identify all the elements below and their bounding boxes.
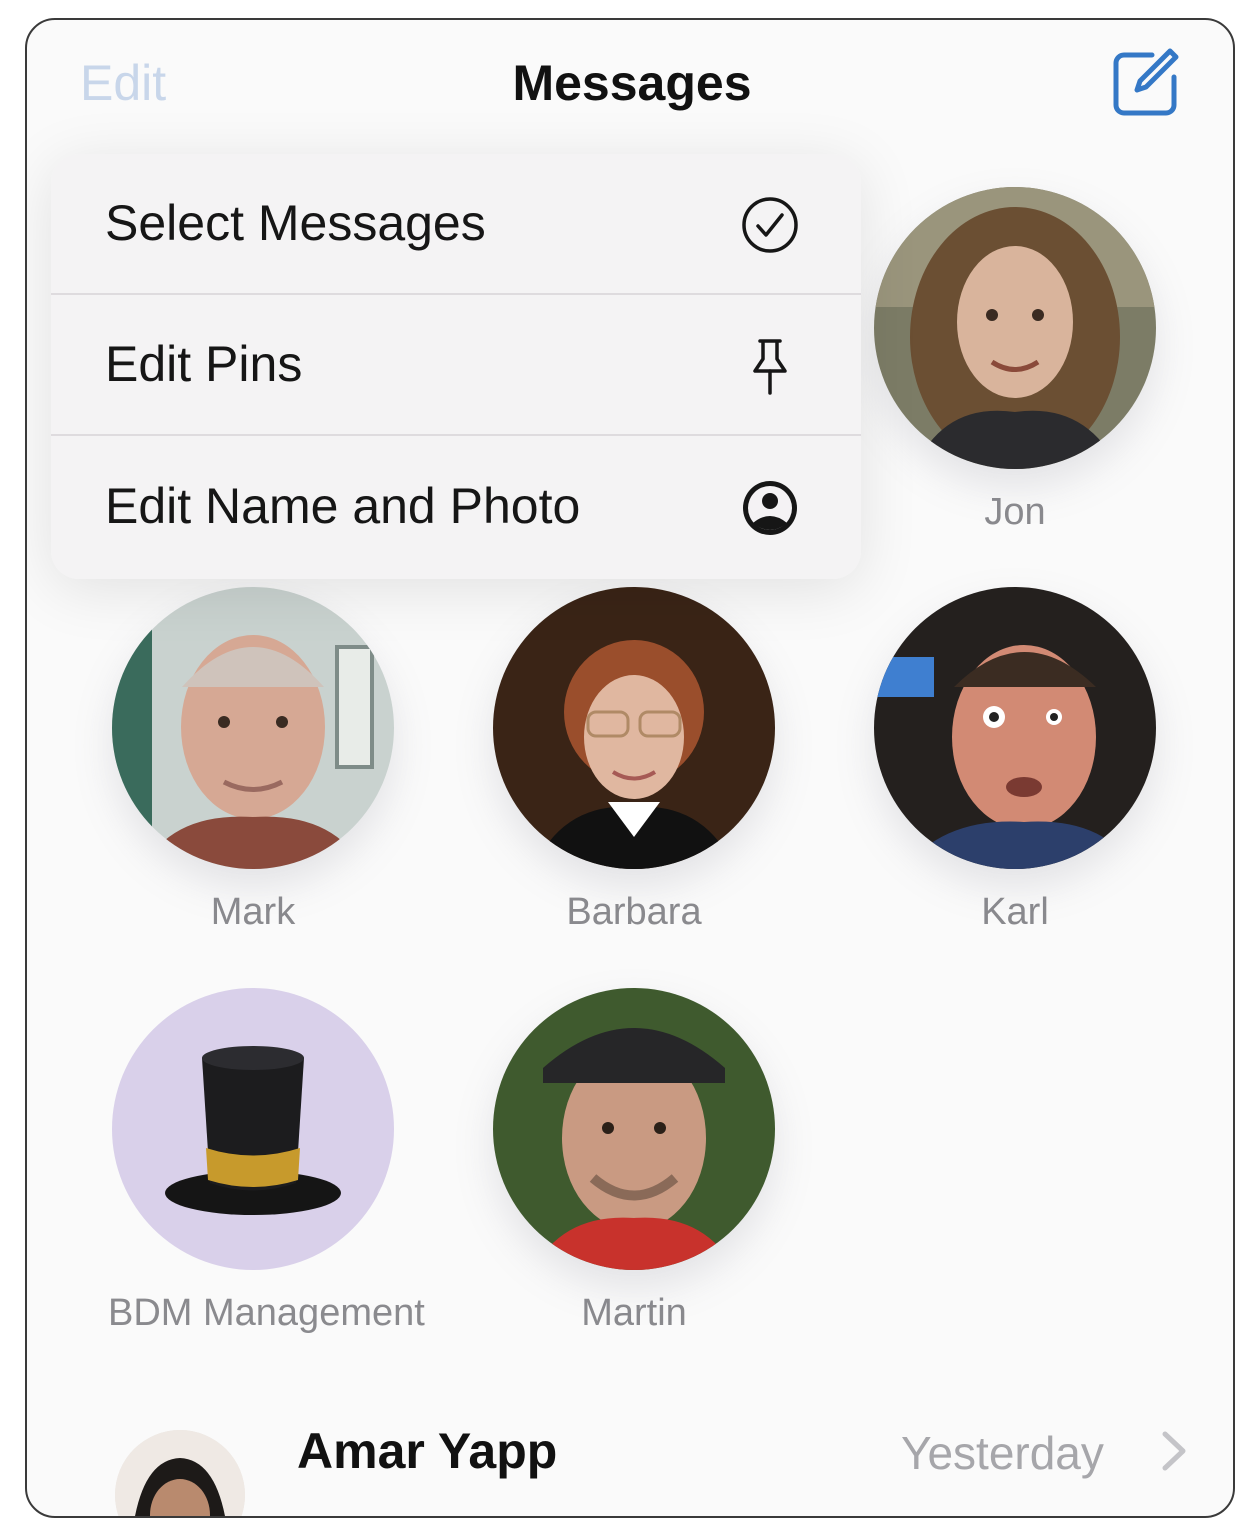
- menu-item-edit-pins[interactable]: Edit Pins: [51, 295, 861, 436]
- menu-item-select-messages[interactable]: Select Messages: [51, 154, 861, 295]
- pin-name: Martin: [581, 1292, 687, 1334]
- chevron-right-icon: [1159, 1430, 1189, 1472]
- pin-barbara[interactable]: Barbara: [489, 587, 779, 934]
- pin-name: Mark: [210, 891, 296, 933]
- menu-item-label: Edit Name and Photo: [105, 478, 581, 534]
- pin-name: BDM Management: [108, 1292, 425, 1334]
- conversation-name: Amar Yapp: [297, 1423, 558, 1479]
- pin-mark[interactable]: Mark: [108, 587, 398, 934]
- conversation-time: Yesterday: [901, 1427, 1104, 1479]
- pin-icon: [739, 335, 801, 397]
- menu-item-label: Select Messages: [105, 195, 486, 251]
- avatar: [112, 988, 394, 1270]
- pin-name: Barbara: [566, 891, 702, 933]
- pin-name: Jon: [984, 491, 1046, 533]
- pin-bdm-management[interactable]: BDM Management: [108, 988, 425, 1335]
- pin-jon[interactable]: Jon: [870, 187, 1160, 534]
- avatar: [493, 587, 775, 869]
- context-menu: Select Messages Edit Pins Edit Name and …: [51, 154, 861, 579]
- avatar: [115, 1430, 245, 1516]
- checkmark-circle-icon: [739, 194, 801, 256]
- messages-window: Edit Messages Jon Mark Barbara Karl BDM …: [25, 18, 1235, 1518]
- avatar: [874, 587, 1156, 869]
- list-item[interactable]: Amar Yapp Yesterday: [27, 1410, 1233, 1516]
- menu-item-label: Edit Pins: [105, 336, 303, 392]
- compose-icon[interactable]: [1110, 47, 1182, 119]
- avatar: [874, 187, 1156, 469]
- page-title: Messages: [512, 55, 752, 111]
- pin-martin[interactable]: Martin: [489, 988, 779, 1335]
- pin-name: Karl: [981, 891, 1049, 933]
- person-circle-icon: [739, 477, 801, 539]
- avatar: [493, 988, 775, 1270]
- pin-karl[interactable]: Karl: [870, 587, 1160, 934]
- menu-item-edit-name-and-photo[interactable]: Edit Name and Photo: [51, 437, 861, 578]
- avatar: [112, 587, 394, 869]
